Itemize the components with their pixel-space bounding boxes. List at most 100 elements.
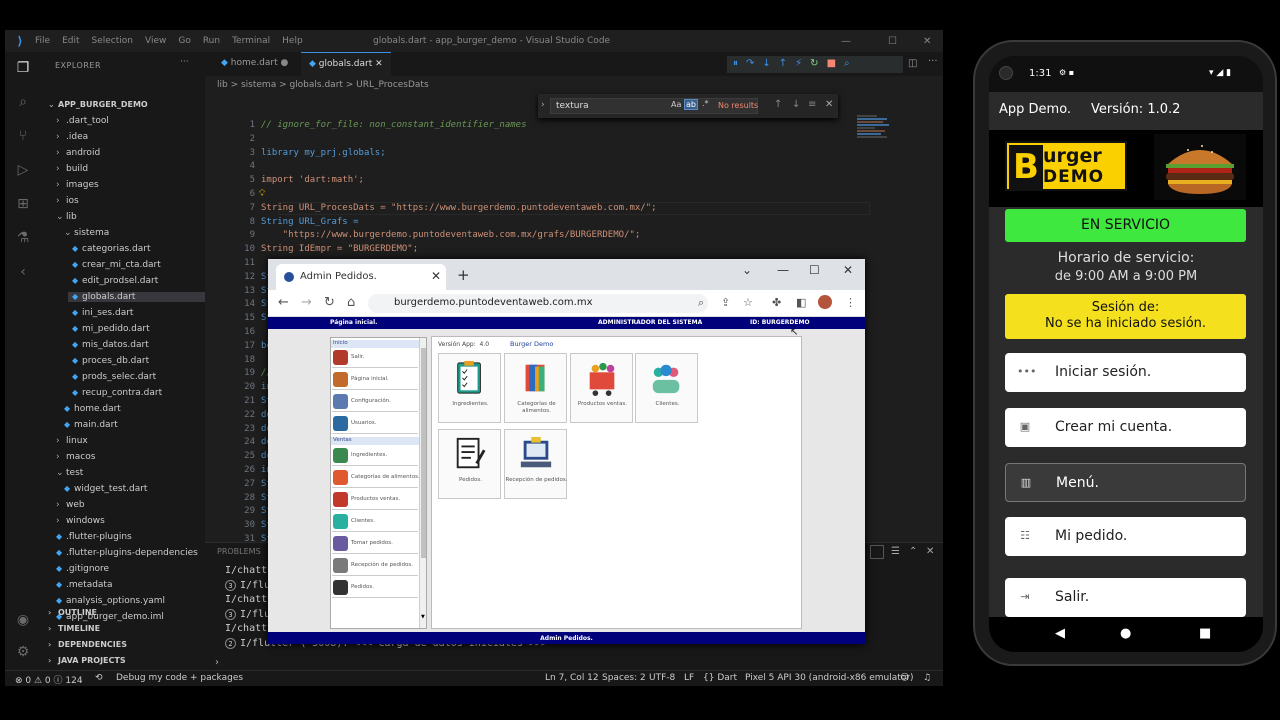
tree-file[interactable]: ◆ main.dart	[64, 420, 118, 430]
clear-terminal-icon[interactable]: ☰	[891, 546, 900, 557]
tree-folder[interactable]: › macos	[56, 452, 95, 462]
tree-file[interactable]: ◆ prods_selec.dart	[72, 372, 156, 382]
minimize-icon[interactable]: —	[841, 36, 851, 47]
create-account-button[interactable]: ▣ Crear mi cuenta.	[1005, 408, 1246, 447]
menu-item[interactable]: Recepción de pedidos.	[332, 556, 418, 576]
share-icon[interactable]: ⇪	[721, 296, 730, 309]
products-card[interactable]: Productos ventas.	[570, 353, 633, 423]
code-line[interactable]: String URL_ProcesDats = "https://www.bur…	[261, 203, 657, 213]
my-order-button[interactable]: ☷ Mi pedido.	[1005, 517, 1246, 556]
extensions-icon[interactable]: ⊞	[14, 196, 32, 214]
tree-folder[interactable]: › ios	[56, 196, 79, 206]
close-panel-icon[interactable]: ✕	[926, 546, 934, 557]
maximize-panel-icon[interactable]: ⌃	[909, 546, 917, 557]
menu-file[interactable]: File	[35, 36, 50, 46]
menu-item[interactable]: Página inicial.	[332, 370, 418, 390]
tree-folder[interactable]: › .dart_tool	[56, 116, 109, 126]
tab-home-dart[interactable]: ◆ home.dart ●	[213, 52, 296, 76]
tree-file[interactable]: ◆ .gitignore	[56, 564, 109, 574]
tree-folder[interactable]: ⌄ lib	[56, 212, 77, 222]
source-control-icon[interactable]: ⑂	[14, 128, 32, 146]
bookmark-star-icon[interactable]: ☆	[743, 296, 753, 309]
order-reception-card[interactable]: Recepción de pedidos.	[504, 429, 568, 499]
menu-item[interactable]: Pedidos.	[332, 578, 418, 598]
device-selector[interactable]: Pixel 5 API 30 (android-x86 emulator)	[745, 673, 914, 683]
previous-match-icon[interactable]: ↑	[774, 99, 782, 110]
orders-card[interactable]: Pedidos.	[438, 429, 501, 499]
exit-button[interactable]: ⇥ Salir.	[1005, 578, 1246, 617]
tree-folder[interactable]: › images	[56, 180, 99, 190]
tree-folder[interactable]: › .idea	[56, 132, 88, 142]
menu-item[interactable]: Clientes.	[332, 512, 418, 532]
account-icon[interactable]: ◉	[14, 612, 32, 630]
editor-more-icon[interactable]: ···	[928, 56, 938, 67]
breadcrumb[interactable]: lib > sistema > globals.dart > URL_Proce…	[217, 80, 429, 90]
tree-file[interactable]: ◆ .metadata	[56, 580, 112, 590]
code-line[interactable]: "https://www.burgerdemo.puntodeventaweb.…	[261, 230, 641, 240]
menu-edit[interactable]: Edit	[62, 36, 79, 46]
browser-close-icon[interactable]: ✕	[843, 263, 853, 277]
menu-item[interactable]: Salir.	[332, 348, 418, 368]
notifications-bell-icon[interactable]: ♫	[923, 673, 931, 683]
tree-file[interactable]: ◆ mis_datos.dart	[72, 340, 149, 350]
tree-folder[interactable]: ⌄ test	[56, 468, 83, 478]
tree-folder[interactable]: ⌄ APP_BURGER_DEMO	[48, 100, 148, 109]
regex-toggle[interactable]: .*	[702, 99, 709, 108]
tab-globals-dart[interactable]: ◆ globals.dart ✕	[301, 52, 391, 76]
browser-menu-icon[interactable]: ⋮	[845, 296, 856, 309]
menu-run[interactable]: Run	[203, 36, 220, 46]
menu-help[interactable]: Help	[282, 36, 303, 46]
home-icon[interactable]: ⌂	[347, 295, 355, 310]
service-status-button[interactable]: EN SERVICIO	[1005, 209, 1246, 242]
tree-file[interactable]: ◆ mi_pedido.dart	[72, 324, 150, 334]
run-debug-icon[interactable]: ▷	[14, 162, 32, 180]
debug-toolbar[interactable]: ⏸↷↓↑⚡↻■⌕	[727, 56, 903, 73]
match-word-toggle[interactable]: ab	[684, 99, 698, 110]
testing-icon[interactable]: ⚗	[14, 230, 32, 248]
search-icon[interactable]: ⌕	[14, 94, 32, 112]
panel-filter-box[interactable]	[870, 545, 884, 559]
minimap[interactable]	[857, 114, 897, 204]
explorer-icon[interactable]: ❐	[14, 60, 32, 78]
problems-count[interactable]: ⊗ 0 ⚠ 0 ⓘ 124	[15, 673, 83, 686]
tree-file[interactable]: ◆ edit_prodsel.dart	[72, 276, 158, 286]
menu-item[interactable]: Ingredientes.	[332, 446, 418, 466]
encoding[interactable]: UTF-8	[649, 673, 675, 683]
menu-terminal[interactable]: Terminal	[232, 36, 270, 46]
menu-item[interactable]: Usuarios.	[332, 414, 418, 434]
address-bar[interactable]: burgerdemo.puntodeventaweb.com.mx	[368, 294, 708, 313]
menu-item[interactable]: Categorías de alimentos.	[332, 468, 420, 488]
menu-scrollbar[interactable]: ▼	[419, 338, 426, 628]
cursor-position[interactable]: Ln 7, Col 12	[545, 673, 599, 683]
more-actions-icon[interactable]: ···	[180, 57, 189, 67]
menu-selection[interactable]: Selection	[92, 36, 133, 46]
recents-nav-icon[interactable]: ■	[1199, 626, 1211, 641]
code-line[interactable]: import 'dart:math';	[261, 175, 364, 185]
ingredients-card[interactable]: Ingredientes.	[438, 353, 501, 423]
next-match-icon[interactable]: ↓	[792, 99, 800, 110]
settings-gear-icon[interactable]: ⚙	[14, 644, 32, 662]
line-ending[interactable]: LF	[684, 673, 694, 683]
language-mode[interactable]: {} Dart	[703, 673, 737, 683]
tree-file[interactable]: ◆ recup_contra.dart	[72, 388, 162, 398]
tree-file[interactable]: ◆ analysis_options.yaml	[56, 596, 165, 606]
menu-item[interactable]: Tomar pedidos.	[332, 534, 418, 554]
tree-folder[interactable]: › build	[56, 164, 88, 174]
tab-problems[interactable]: PROBLEMS	[217, 547, 261, 556]
tree-folder[interactable]: › linux	[56, 436, 88, 446]
tree-file[interactable]: ◆ proces_db.dart	[72, 356, 149, 366]
menu-item[interactable]: Configuración.	[332, 392, 418, 412]
menu-view[interactable]: View	[145, 36, 166, 46]
indentation[interactable]: Spaces: 2	[602, 673, 646, 683]
menu-go[interactable]: Go	[178, 36, 190, 46]
menu-button[interactable]: ▥ Menú.	[1005, 463, 1246, 502]
login-button[interactable]: ••• Iniciar sesión.	[1005, 353, 1246, 392]
tree-file[interactable]: ◆ home.dart	[64, 404, 121, 414]
forward-arrow-icon[interactable]: →	[301, 295, 312, 310]
close-find-icon[interactable]: ✕	[825, 99, 833, 110]
reload-icon[interactable]: ↻	[324, 295, 335, 310]
zoom-icon[interactable]: ⌕	[698, 296, 704, 310]
tree-file[interactable]: ◆ globals.dart	[68, 292, 205, 302]
clients-card[interactable]: Clientes.	[635, 353, 698, 423]
toggle-replace-icon[interactable]: ›	[541, 100, 545, 110]
